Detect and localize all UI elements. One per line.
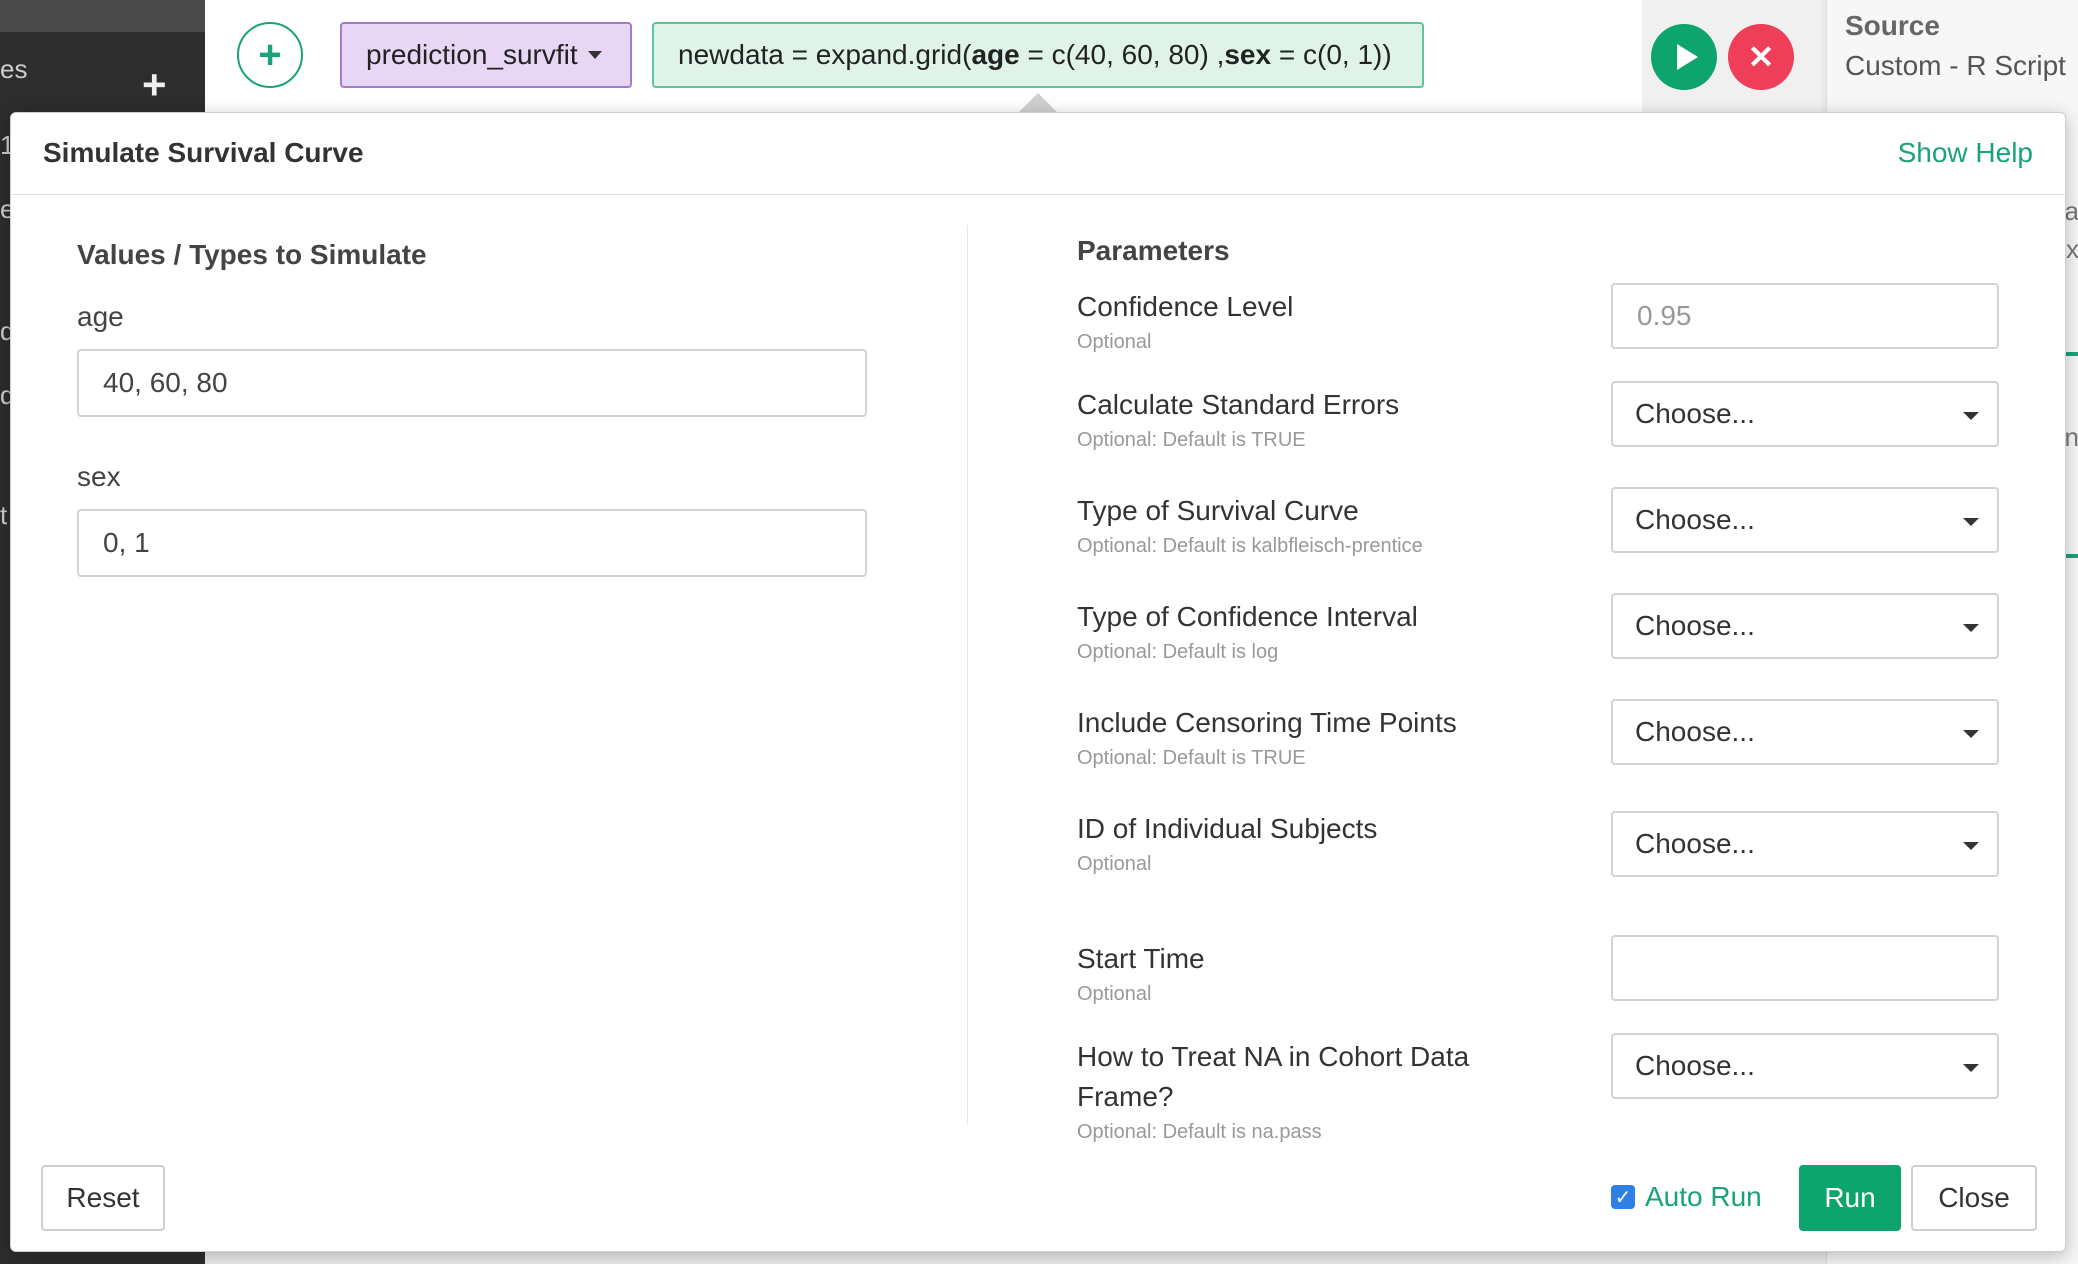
- source-text-fragment: n: [2064, 422, 2078, 452]
- source-accent-line: [2065, 352, 2078, 356]
- dialog-header: Simulate Survival Curve Show Help: [11, 113, 2065, 195]
- add-step-button[interactable]: +: [237, 22, 303, 88]
- plus-icon: +: [258, 33, 282, 77]
- parameters-section-title: Parameters: [1077, 235, 1230, 266]
- std-errors-select[interactable]: Choose...: [1611, 381, 1999, 447]
- dialog-title: Simulate Survival Curve: [43, 137, 364, 168]
- ci-type-select[interactable]: Choose...: [1611, 593, 1999, 659]
- age-input[interactable]: [77, 349, 867, 417]
- reset-button[interactable]: Reset: [41, 1165, 165, 1231]
- ci-type-value: Choose...: [1635, 610, 1755, 641]
- sidebar-text-fragment: t: [0, 500, 8, 530]
- curve-type-select[interactable]: Choose...: [1611, 487, 1999, 553]
- source-subtitle: Custom - R Script: [1845, 50, 2066, 81]
- subject-id-select[interactable]: Choose...: [1611, 811, 1999, 877]
- confidence-level-hint: Optional: [1077, 331, 1152, 353]
- start-time-hint: Optional: [1077, 983, 1152, 1005]
- simulate-survival-dialog: Simulate Survival Curve Show Help Values…: [10, 112, 2066, 1252]
- start-time-input[interactable]: [1611, 935, 1999, 1001]
- censor-select[interactable]: Choose...: [1611, 699, 1999, 765]
- command-expression[interactable]: newdata = expand.grid(age = c(40, 60, 80…: [652, 22, 1424, 88]
- censor-label: Include Censoring Time Points: [1077, 707, 1457, 738]
- na-action-hint: Optional: Default is na.pass: [1077, 1121, 1322, 1143]
- run-button[interactable]: Run: [1799, 1165, 1901, 1231]
- expr-sex-key: sex: [1224, 39, 1272, 70]
- confidence-level-label: Confidence Level: [1077, 291, 1294, 322]
- na-action-value: Choose...: [1635, 1050, 1755, 1081]
- source-accent-line: [2065, 554, 2078, 558]
- column-divider: [967, 225, 968, 1125]
- curve-type-value: Choose...: [1635, 504, 1755, 535]
- chevron-down-icon: [1963, 412, 1979, 420]
- curve-type-hint: Optional: Default is kalbfleisch-prentic…: [1077, 535, 1423, 557]
- chevron-down-icon: [1963, 842, 1979, 850]
- show-help-link[interactable]: Show Help: [1898, 137, 2033, 169]
- subject-id-label: ID of Individual Subjects: [1077, 813, 1378, 844]
- curve-type-label: Type of Survival Curve: [1077, 495, 1359, 526]
- chevron-down-icon: [587, 51, 602, 59]
- auto-run-label: Auto Run: [1645, 1181, 1762, 1212]
- play-icon: [1676, 44, 1698, 70]
- confidence-level-input[interactable]: [1611, 283, 1999, 349]
- check-icon[interactable]: ✓: [1611, 1185, 1635, 1209]
- std-errors-hint: Optional: Default is TRUE: [1077, 429, 1306, 451]
- sidebar-text-fragment: es: [0, 54, 28, 84]
- expr-age-value: = c(40, 60, 80) ,: [1019, 39, 1225, 70]
- subject-id-value: Choose...: [1635, 828, 1755, 859]
- chevron-down-icon: [1963, 624, 1979, 632]
- function-dropdown[interactable]: prediction_survfit: [340, 22, 632, 88]
- chevron-down-icon: [1963, 730, 1979, 738]
- age-label: age: [77, 301, 124, 332]
- sex-input[interactable]: [77, 509, 867, 577]
- chevron-down-icon: [1963, 1064, 1979, 1072]
- bottom-strip: [205, 1252, 1826, 1264]
- censor-value: Choose...: [1635, 716, 1755, 747]
- close-icon: ✕: [1747, 39, 1775, 75]
- cancel-command-button[interactable]: ✕: [1728, 24, 1794, 90]
- ci-type-label: Type of Confidence Interval: [1077, 601, 1418, 632]
- std-errors-label: Calculate Standard Errors: [1077, 389, 1400, 420]
- std-errors-value: Choose...: [1635, 398, 1755, 429]
- chevron-down-icon: [1963, 518, 1979, 526]
- expr-prefix: newdata = expand.grid(: [678, 39, 972, 70]
- subject-id-hint: Optional: [1077, 853, 1152, 875]
- run-command-button[interactable]: [1651, 24, 1717, 90]
- start-time-label: Start Time: [1077, 943, 1205, 974]
- sex-label: sex: [77, 461, 121, 492]
- auto-run-toggle[interactable]: ✓ Auto Run: [1611, 1181, 1762, 1213]
- add-plus-icon[interactable]: +: [142, 64, 167, 106]
- close-button[interactable]: Close: [1911, 1165, 2037, 1231]
- censor-hint: Optional: Default is TRUE: [1077, 747, 1306, 769]
- sidebar-topbar: [0, 0, 205, 32]
- ci-type-hint: Optional: Default is log: [1077, 641, 1279, 663]
- na-action-label: How to Treat NA in Cohort Data Frame?: [1077, 1041, 1470, 1112]
- values-section-title: Values / Types to Simulate: [77, 239, 427, 270]
- function-name: prediction_survfit: [366, 39, 578, 70]
- expr-age-key: age: [971, 39, 1020, 70]
- na-action-select[interactable]: Choose...: [1611, 1033, 1999, 1099]
- source-title: Source: [1845, 10, 1940, 41]
- expr-sex-value: = c(0, 1)): [1271, 39, 1392, 70]
